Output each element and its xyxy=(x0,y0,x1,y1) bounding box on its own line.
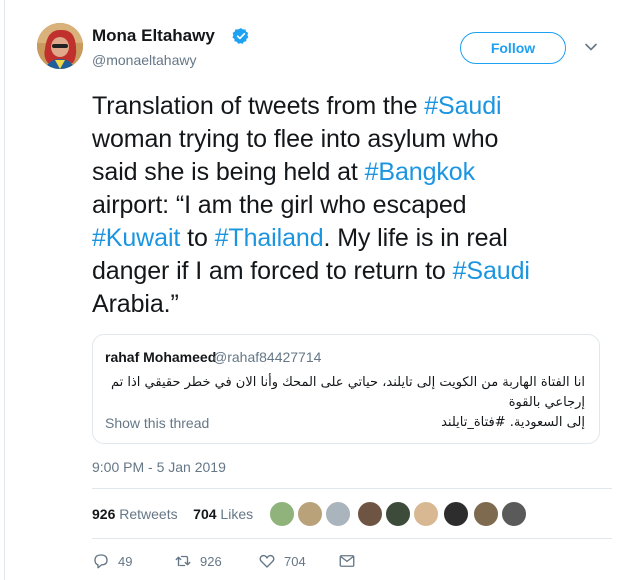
like-count: 704 xyxy=(284,553,306,569)
reply-count: 49 xyxy=(118,553,133,569)
envelope-icon xyxy=(339,555,355,567)
tweet-text-segment: Arabia.” xyxy=(92,290,179,318)
liker-avatar[interactable] xyxy=(384,500,412,528)
reply-icon xyxy=(94,554,108,569)
hashtag-link[interactable]: #Thailand xyxy=(215,224,324,252)
tweet-line: #Kuwait to #Thailand. My life is in real xyxy=(92,222,612,255)
tweet-text-segment: . My life is in real xyxy=(323,224,508,252)
author-name[interactable]: Mona Eltahawy xyxy=(92,26,215,46)
likes-label[interactable]: Likes xyxy=(220,506,253,522)
tweet-text-segment: airport: “I am the girl who escaped xyxy=(92,191,467,219)
hashtag-link[interactable]: #Saudi xyxy=(424,92,501,120)
retweets-count[interactable]: 926 xyxy=(92,506,115,522)
quoted-tweet[interactable]: rahaf Mohameed @rahaf84427714 انا الفتاة… xyxy=(92,334,600,444)
tweet-text-segment: to xyxy=(180,224,215,252)
tweet-line: danger if I am forced to return to #Saud… xyxy=(92,255,612,288)
author-avatar[interactable] xyxy=(37,23,83,69)
tweet-line: woman trying to flee into asylum who xyxy=(92,123,612,156)
divider xyxy=(92,538,612,539)
liker-avatar[interactable] xyxy=(356,500,384,528)
author-handle[interactable]: @monaeltahawy xyxy=(92,52,197,68)
retweet-count: 926 xyxy=(200,553,222,569)
tweet-line: Arabia.” xyxy=(92,288,612,321)
like-button[interactable]: 704 xyxy=(258,552,306,570)
tweet-text-segment: woman trying to flee into asylum who xyxy=(92,125,499,153)
divider xyxy=(92,488,612,489)
hashtag-link[interactable]: #Saudi xyxy=(453,257,530,285)
tweet-text-segment: Translation of tweets from the xyxy=(92,92,425,120)
reply-button[interactable]: 49 xyxy=(92,552,132,570)
quoted-author-name: rahaf Mohameed xyxy=(105,349,217,365)
retweet-icon xyxy=(175,555,191,567)
liker-avatar[interactable] xyxy=(268,500,296,528)
engagement-stats: 926 Retweets 704 Likes xyxy=(92,506,253,522)
chevron-down-icon[interactable] xyxy=(584,40,598,54)
quoted-author-handle: @rahaf84427714 xyxy=(213,349,322,365)
tweet-line: airport: “I am the girl who escaped xyxy=(92,189,612,222)
tweet-text-segment: said she is being held at xyxy=(92,158,365,186)
verified-badge-icon xyxy=(232,28,249,44)
show-thread-link[interactable]: Show this thread xyxy=(105,415,209,431)
liker-avatar[interactable] xyxy=(296,500,324,528)
tweet-actions: 49 926 704 xyxy=(92,552,392,574)
retweets-label[interactable]: Retweets xyxy=(119,506,177,522)
hashtag-link[interactable]: #Kuwait xyxy=(92,224,180,252)
quoted-text-line: انا الفتاة الهاربة من الكويت إلى تايلند،… xyxy=(110,375,585,410)
left-border xyxy=(4,0,5,580)
liker-avatar[interactable] xyxy=(324,500,352,528)
tweet-timestamp[interactable]: 9:00 PM - 5 Jan 2019 xyxy=(92,459,226,475)
liker-avatar[interactable] xyxy=(412,500,440,528)
liker-avatar[interactable] xyxy=(500,500,528,528)
liker-avatar[interactable] xyxy=(472,500,500,528)
tweet-text-segment: danger if I am forced to return to xyxy=(92,257,453,285)
direct-message-button[interactable] xyxy=(338,552,356,570)
tweet-text: Translation of tweets from the #Saudi wom… xyxy=(92,90,612,321)
tweet-line: said she is being held at #Bangkok xyxy=(92,156,612,189)
retweet-button[interactable]: 926 xyxy=(174,552,222,570)
follow-button[interactable]: Follow xyxy=(460,32,566,64)
tweet-line: Translation of tweets from the #Saudi xyxy=(92,90,612,123)
heart-icon xyxy=(259,554,275,568)
likes-count[interactable]: 704 xyxy=(193,506,216,522)
liker-avatar[interactable] xyxy=(442,500,470,528)
hashtag-link[interactable]: #Bangkok xyxy=(365,158,476,186)
